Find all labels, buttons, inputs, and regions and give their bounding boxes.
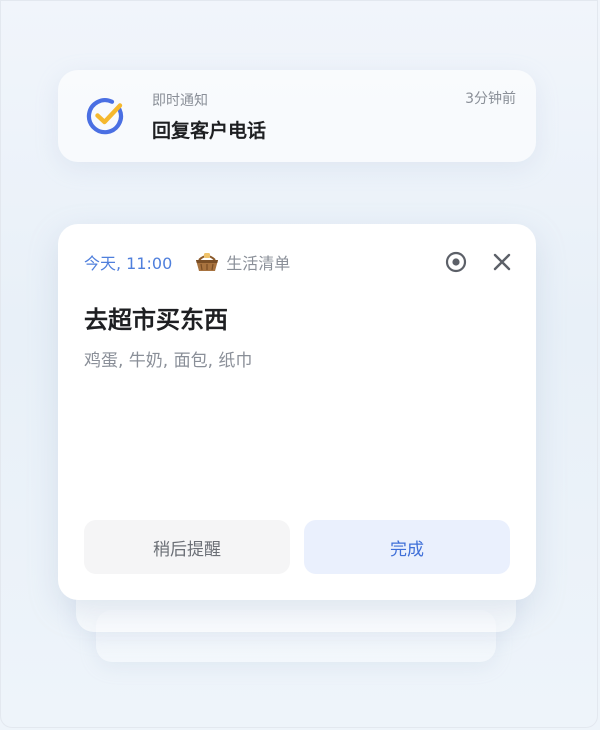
reminder-description: 鸡蛋, 牛奶, 面包, 纸巾 (84, 351, 253, 371)
instant-notification[interactable]: 即时通知 回复客户电话 3分钟前 (58, 70, 536, 162)
reminder-card: 今天, 11:00 生活清单 去超市买东西 鸡蛋, 牛奶, 面包, 纸巾 稍后提… (58, 224, 536, 600)
done-button[interactable]: 完成 (304, 520, 510, 574)
basket-icon (196, 253, 219, 271)
notification-time: 3分钟前 (465, 91, 516, 107)
reminder-title: 去超市买东西 (84, 306, 228, 334)
target-icon[interactable] (444, 250, 468, 274)
notification-title: 回复客户电话 (152, 120, 267, 142)
reminder-meta: 今天, 11:00 生活清单 (84, 250, 290, 274)
close-icon[interactable] (490, 250, 514, 274)
check-circle-icon (86, 98, 124, 135)
reminder-time: 今天, 11:00 (84, 254, 173, 273)
reminder-list-name: 生活清单 (226, 254, 291, 273)
notification-app-name: 即时通知 (152, 93, 208, 109)
snooze-button[interactable]: 稍后提醒 (84, 520, 290, 574)
